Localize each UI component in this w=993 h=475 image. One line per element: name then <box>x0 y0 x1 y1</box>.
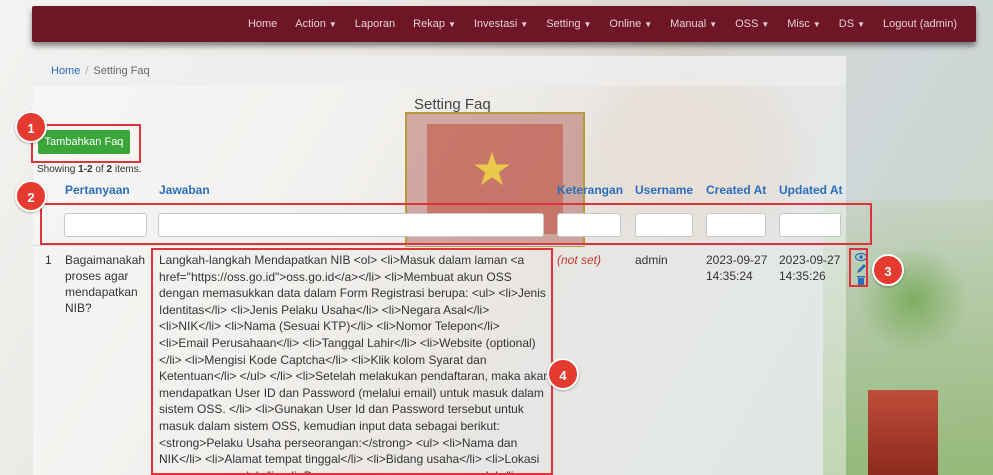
nav-home[interactable]: Home <box>239 18 286 30</box>
caret-down-icon: ▼ <box>644 20 653 29</box>
nav-misc[interactable]: Misc ▼ <box>778 18 830 30</box>
caret-down-icon: ▼ <box>857 20 865 29</box>
caret-down-icon: ▼ <box>709 20 718 29</box>
header-username[interactable]: Username <box>635 183 693 197</box>
nav-logout[interactable]: Logout (admin) <box>874 18 966 30</box>
nav-ds[interactable]: DS ▼ <box>830 18 874 30</box>
header-keterangan[interactable]: Keterangan <box>557 183 623 197</box>
caret-down-icon: ▼ <box>520 20 529 29</box>
breadcrumb: Home / Setting Faq <box>33 56 846 86</box>
caret-down-icon: ▼ <box>761 20 770 29</box>
filter-divider <box>33 245 846 246</box>
emblem-star-icon: ★ <box>471 143 513 195</box>
annotation-badge-2: 2 <box>15 180 47 212</box>
nav-laporan[interactable]: Laporan <box>346 18 404 30</box>
caret-down-icon: ▼ <box>447 20 456 29</box>
highlight-add-button <box>31 124 141 163</box>
nav-oss[interactable]: OSS ▼ <box>726 18 778 30</box>
header-created-at[interactable]: Created At <box>706 183 766 197</box>
nav-rekap[interactable]: Rekap ▼ <box>404 18 465 30</box>
breadcrumb-separator: / <box>85 65 89 77</box>
annotation-badge-3: 3 <box>872 254 904 286</box>
summary-text: Showing 1-2 of 2 items. <box>37 164 142 175</box>
nav-manual[interactable]: Manual ▼ <box>661 18 726 30</box>
highlight-answer-cell <box>151 248 553 475</box>
row-number: 1 <box>45 253 52 267</box>
highlight-action-icons <box>849 248 868 287</box>
breadcrumb-home-link[interactable]: Home <box>51 65 80 77</box>
header-pertanyaan[interactable]: Pertanyaan <box>65 183 130 197</box>
annotation-badge-4: 4 <box>547 358 579 390</box>
breadcrumb-current: Setting Faq <box>93 65 150 77</box>
cell-updated-date: 2023-09-27 <box>779 253 841 267</box>
background-leaves <box>853 250 973 350</box>
annotation-badge-1: 1 <box>15 111 47 143</box>
cell-created-time: 14:35:24 <box>706 269 753 283</box>
header-jawaban[interactable]: Jawaban <box>159 183 210 197</box>
page-title: Setting Faq <box>414 96 491 113</box>
cell-keterangan: (not set) <box>557 253 602 267</box>
nav-online[interactable]: Online ▼ <box>600 18 661 30</box>
background-red-object <box>868 390 938 475</box>
top-navbar: Home Action ▼ Laporan Rekap ▼ Investasi ▼ S… <box>32 6 976 42</box>
nav-action[interactable]: Action ▼ <box>286 18 346 30</box>
cell-updated-time: 14:35:26 <box>779 269 826 283</box>
cell-username: admin <box>635 253 668 267</box>
highlight-filter-row <box>40 203 872 245</box>
cell-pertanyaan: Bagaimanakah proses agar mendapatkan NIB… <box>65 253 146 315</box>
caret-down-icon: ▼ <box>812 20 821 29</box>
nav-setting[interactable]: Setting ▼ <box>537 18 600 30</box>
caret-down-icon: ▼ <box>583 20 592 29</box>
caret-down-icon: ▼ <box>328 20 337 29</box>
cell-created-date: 2023-09-27 <box>706 253 768 267</box>
header-updated-at[interactable]: Updated At <box>779 183 843 197</box>
nav-investasi[interactable]: Investasi ▼ <box>465 18 537 30</box>
